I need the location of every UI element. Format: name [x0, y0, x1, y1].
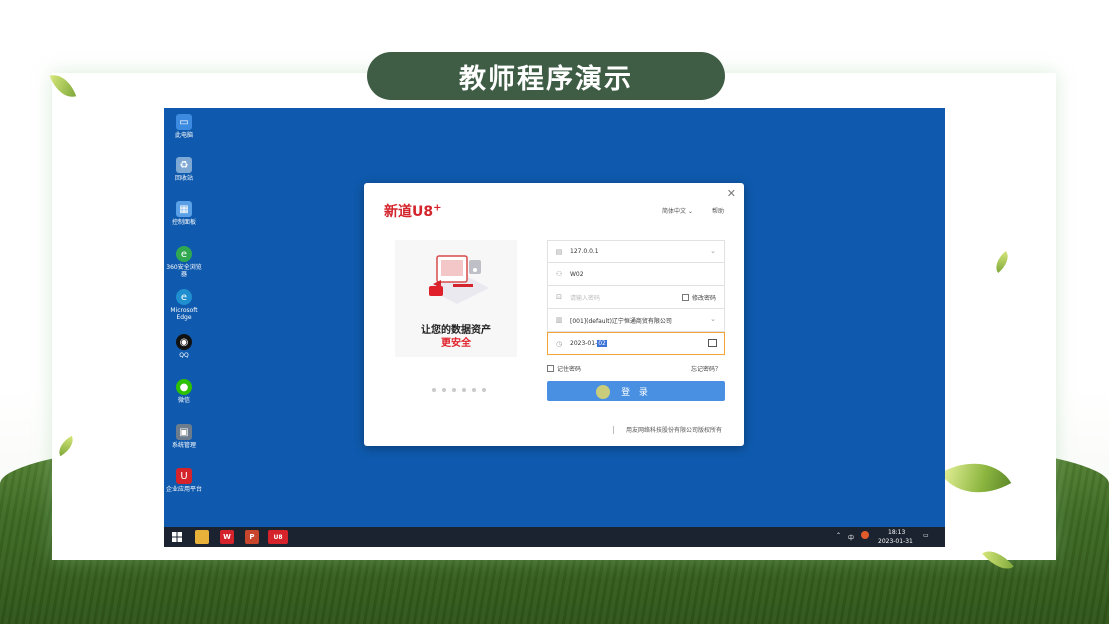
desktop-icon-label: Microsoft Edge	[170, 307, 198, 321]
remember-password-checkbox[interactable]: 记住密码	[547, 364, 581, 373]
account-field[interactable]: ▥ [001](default)辽宁恒通商贸有限公司 ⌄	[547, 309, 725, 332]
desktop-icon-label: QQ	[179, 352, 189, 359]
desktop-icon-label: 控制面板	[171, 219, 196, 226]
lock-icon: ⊡	[556, 293, 562, 301]
user-value: W02	[570, 270, 584, 278]
help-link[interactable]: 帮助	[712, 206, 724, 215]
banner-slogan-line2: 更安全	[441, 338, 471, 349]
server-value: 127.0.0.1	[570, 248, 599, 255]
desktop-icon-360-browser[interactable]: e 360安全浏览器	[164, 246, 204, 278]
logo-text: 新道U8	[384, 204, 434, 220]
server-icon: ▤	[555, 248, 563, 256]
desktop-icon-edge[interactable]: e Microsoft Edge	[164, 289, 204, 321]
browser-360-icon: e	[176, 246, 192, 262]
mouse-cursor-highlight	[596, 385, 610, 399]
clock-icon: ◷	[555, 340, 563, 348]
desktop-icon-label: 微信	[177, 397, 190, 404]
desktop-icon-wechat[interactable]: ● 微信	[164, 379, 204, 404]
desktop-icon-computer[interactable]: ▭ 此电脑	[164, 114, 204, 139]
remember-password-label: 记住密码	[557, 366, 582, 373]
u8-icon[interactable]: U8	[268, 530, 288, 544]
slide-title: 教师程序演示	[367, 52, 725, 100]
security-illustration-icon	[427, 255, 489, 304]
copyright-text: 用友网络科技股份有限公司版权所有	[626, 427, 723, 434]
server-field[interactable]: ▤ 127.0.0.1 ⌄	[547, 240, 725, 263]
clock-time[interactable]: 18:13	[888, 529, 905, 536]
logo-plus: +	[433, 202, 442, 214]
desktop-icon-control-panel[interactable]: ▦ 控制面板	[164, 201, 204, 226]
desktop-icon-label: 此电脑	[174, 132, 193, 139]
date-selected-segment: 02	[597, 340, 607, 347]
desktop-icon-label: 回收站	[174, 175, 193, 182]
wechat-icon: ●	[176, 379, 192, 395]
desktop-icon-label: 360安全浏览器	[166, 264, 202, 278]
carousel-dot[interactable]	[432, 388, 436, 392]
windows-desktop: ▭ 此电脑 ♻ 回收站 ▦ 控制面板 e 360安全浏览器 e Microsof…	[164, 108, 945, 547]
password-placeholder: 请输入密码	[570, 294, 601, 302]
carousel-dot[interactable]	[482, 388, 486, 392]
checkbox-box[interactable]	[681, 294, 689, 301]
desktop-icon-qq[interactable]: ◉ QQ	[164, 334, 204, 359]
carousel-dot[interactable]	[472, 388, 476, 392]
chevron-up-icon[interactable]: ⌃	[836, 532, 841, 539]
carousel-dot[interactable]	[462, 388, 466, 392]
clock-date[interactable]: 2023-01-31	[878, 538, 913, 545]
modify-password-checkbox[interactable]: 修改密码	[681, 293, 716, 302]
powerpoint-icon[interactable]: P	[245, 530, 259, 544]
desktop-icon-label: 企业应用平台	[165, 486, 202, 493]
u8-label: U8	[273, 533, 283, 541]
u8-login-dialog: ✕ 新道U8+ 简体中文 ⌄ 帮助 让您的数据资产 更安全 ▤ 127.0.0.…	[364, 183, 744, 446]
qq-icon: ◉	[176, 334, 192, 350]
carousel-dot[interactable]	[452, 388, 456, 392]
chevron-down-icon[interactable]: ⌄	[710, 315, 716, 323]
language-selector[interactable]: 简体中文 ⌄	[662, 206, 693, 215]
language-label: 简体中文	[662, 208, 687, 215]
control-panel-icon: ▦	[176, 201, 192, 217]
desktop-icon-enterprise-platform[interactable]: U 企业应用平台	[164, 468, 204, 493]
file-explorer-icon[interactable]	[195, 530, 209, 544]
user-icon: ⚇	[555, 270, 563, 278]
calendar-icon[interactable]	[708, 339, 717, 347]
windows-taskbar: W P U8 ⌃ 中 18:13 2023-01-31 ▭	[164, 527, 945, 547]
computer-icon: ▭	[176, 114, 192, 130]
checkbox-box[interactable]	[547, 365, 554, 372]
powerpoint-label: P	[249, 533, 255, 541]
recycle-bin-icon: ♻	[176, 157, 192, 173]
password-field[interactable]: ⊡ 请输入密码 修改密码	[547, 286, 725, 309]
wps-icon[interactable]: W	[220, 530, 234, 544]
edge-icon: e	[176, 289, 192, 305]
ime-indicator[interactable]: 中	[848, 533, 854, 542]
system-admin-icon: ▣	[176, 424, 192, 440]
forgot-password-link[interactable]: 忘记密码？	[691, 364, 721, 373]
u8-logo: 新道U8+	[384, 201, 442, 221]
desktop-icon-recycle-bin[interactable]: ♻ 回收站	[164, 157, 204, 182]
login-button[interactable]: 登 录	[547, 381, 725, 401]
notification-icon[interactable]: ▭	[923, 532, 929, 539]
chevron-down-icon: ⌄	[687, 208, 693, 215]
login-form: ▤ 127.0.0.1 ⌄ ⚇ W02 ⊡ 请输入密码 修改密码 ▥ [001]…	[547, 240, 725, 355]
enterprise-platform-icon: U	[176, 468, 192, 484]
footer-divider	[613, 426, 614, 434]
account-book-icon: ▥	[555, 316, 563, 324]
close-icon[interactable]: ✕	[727, 187, 736, 200]
account-value: [001](default)辽宁恒通商贸有限公司	[570, 317, 672, 325]
desktop-icon-system-admin[interactable]: ▣ 系统管理	[164, 424, 204, 449]
security-banner: 让您的数据资产 更安全	[395, 240, 517, 357]
desktop-icon-label: 系统管理	[171, 442, 196, 449]
windows-start-icon[interactable]	[170, 530, 184, 544]
sogou-ime-icon[interactable]	[861, 531, 869, 539]
wps-label: W	[223, 533, 231, 541]
carousel-dot[interactable]	[442, 388, 446, 392]
date-prefix: 2023-01-	[570, 340, 598, 347]
chevron-down-icon[interactable]: ⌄	[710, 247, 716, 255]
banner-carousel-dots[interactable]	[432, 388, 486, 392]
modify-password-label: 修改密码	[691, 295, 716, 302]
user-field[interactable]: ⚇ W02	[547, 263, 725, 286]
login-date-field[interactable]: ◷ 2023-01- 02	[547, 332, 725, 355]
